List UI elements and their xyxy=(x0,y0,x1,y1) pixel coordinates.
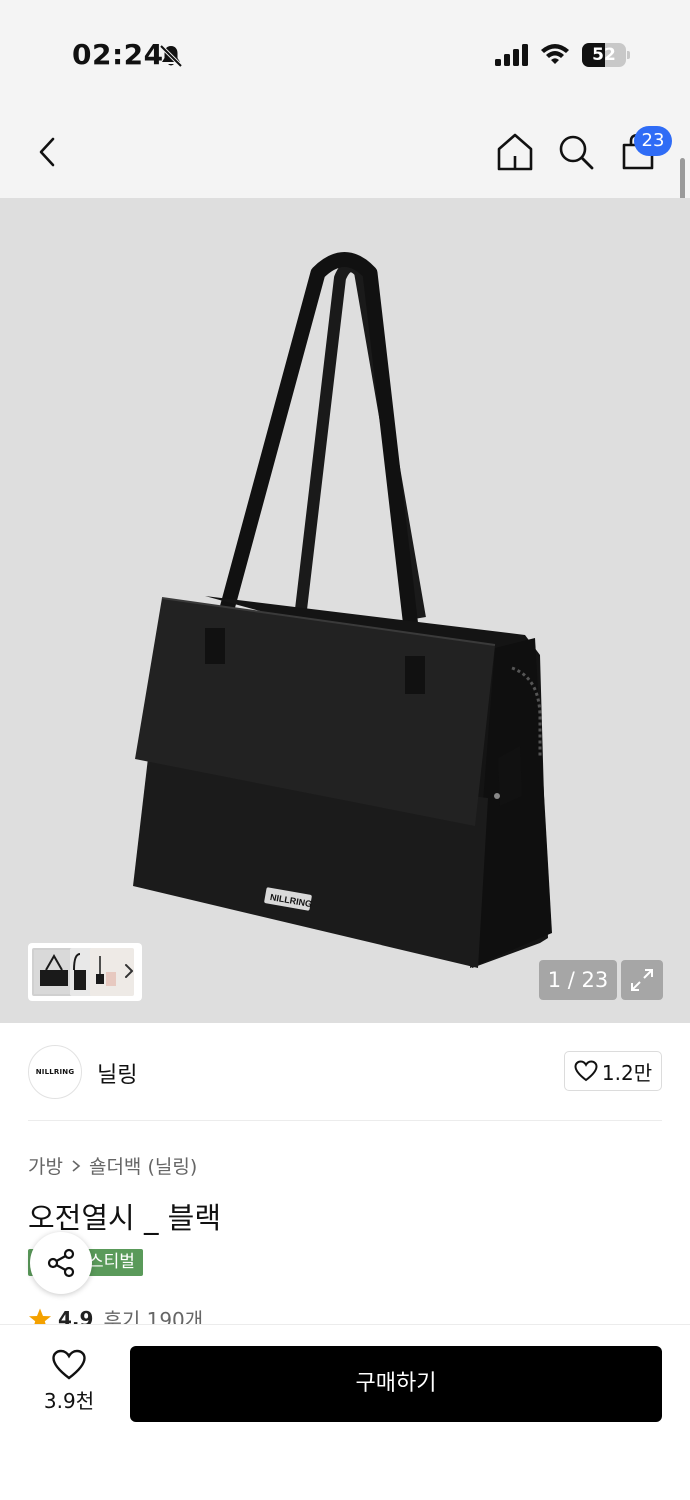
brand-like-button[interactable]: 1.2만 xyxy=(564,1051,662,1091)
thumbnail-detail-image xyxy=(96,956,116,986)
divider xyxy=(28,1120,662,1121)
battery-level: 52 xyxy=(592,45,616,65)
wishlist-count: 3.9천 xyxy=(43,1389,95,1413)
product-title: 오전열시 _ 블랙 xyxy=(28,1201,222,1235)
bell-off-icon xyxy=(159,44,183,68)
battery-icon: 52 xyxy=(582,43,630,67)
heart-icon xyxy=(52,1349,86,1380)
breadcrumb: 가방 숄더백 (닐링) xyxy=(28,1152,197,1179)
expand-icon xyxy=(631,969,653,991)
wifi-icon xyxy=(541,44,569,64)
brand-logo-text: NILLRING xyxy=(35,1068,75,1076)
brand-name[interactable]: 닐링 xyxy=(97,1057,137,1089)
breadcrumb-item-subcategory[interactable]: 숄더백 (닐링) xyxy=(89,1152,197,1179)
brand-logo[interactable]: NILLRING xyxy=(28,1045,82,1099)
signal-icon xyxy=(495,44,528,66)
search-icon xyxy=(559,135,594,170)
back-icon xyxy=(39,137,55,167)
status-time: 02:24 xyxy=(72,38,164,71)
chevron-right-icon[interactable] xyxy=(122,961,136,981)
bottom-action-bar: 3.9천 구매하기 xyxy=(0,1324,690,1500)
wishlist-button[interactable]: 3.9천 xyxy=(38,1349,100,1415)
cart-count-badge[interactable]: 23 xyxy=(634,126,672,156)
image-counter: 1 / 23 xyxy=(539,960,617,1000)
thumbnail-strip[interactable] xyxy=(28,943,142,1001)
product-photo: NILLRING xyxy=(133,252,552,968)
chevron-right-icon xyxy=(72,1159,81,1172)
expand-button[interactable] xyxy=(621,960,663,1000)
thumbnail-model-image xyxy=(73,953,86,990)
breadcrumb-item-category[interactable]: 가방 xyxy=(28,1152,63,1179)
share-icon xyxy=(47,1248,75,1278)
home-icon xyxy=(497,133,533,171)
nav-header xyxy=(0,110,690,198)
share-button[interactable] xyxy=(30,1232,92,1294)
status-bar: 02:24 52 xyxy=(0,0,690,110)
buy-button[interactable]: 구매하기 xyxy=(130,1346,662,1422)
brand-like-count: 1.2만 xyxy=(601,1060,653,1085)
home-button[interactable] xyxy=(493,130,537,174)
back-button[interactable] xyxy=(26,130,70,174)
search-button[interactable] xyxy=(554,130,598,174)
heart-icon xyxy=(574,1060,598,1082)
product-image-gallery[interactable]: NILLRING 1 / 23 xyxy=(0,198,690,1023)
thumbnail-bag-image xyxy=(40,953,68,986)
